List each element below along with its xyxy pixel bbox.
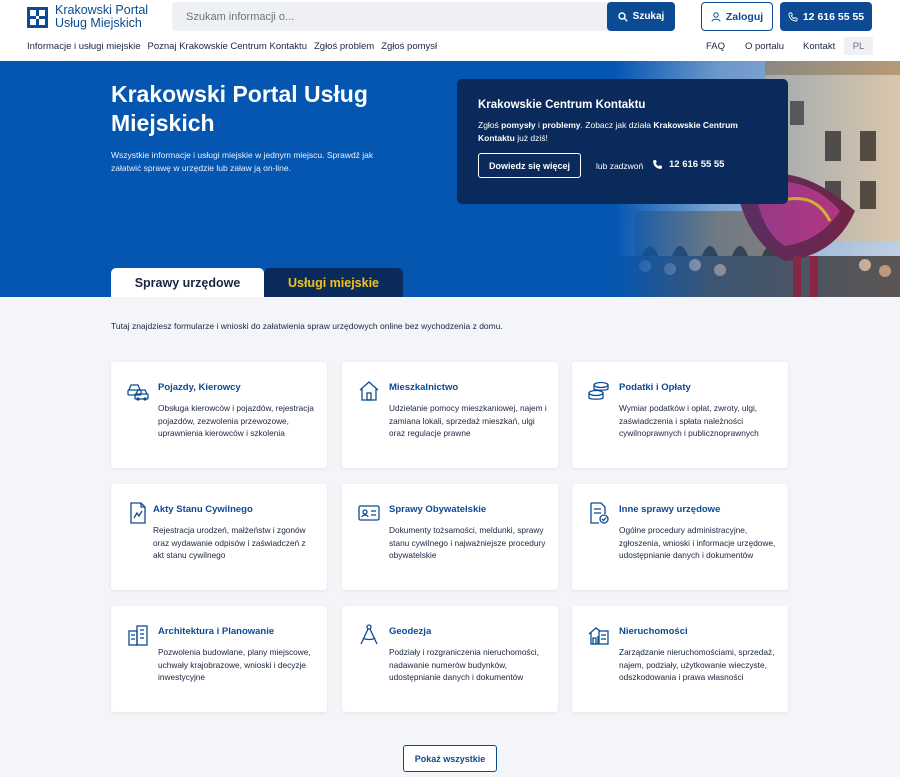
show-all-button[interactable]: Pokaż wszystkie: [403, 745, 497, 772]
phone-icon: [653, 160, 662, 169]
nav-item-o-portalu[interactable]: O portalu: [745, 41, 784, 52]
kck-phone-link[interactable]: 12 616 55 55: [652, 159, 724, 170]
card-title: Akty Stanu Cywilnego: [153, 504, 253, 515]
category-card-pojazdy[interactable]: Pojazdy, Kierowcy Obsługa kierowców i po…: [111, 362, 327, 468]
id-card-icon: [358, 505, 380, 521]
category-card-mieszkalnictwo[interactable]: Mieszkalnictwo Udzielanie pomocy mieszka…: [342, 362, 558, 468]
logo-icon: [27, 6, 48, 28]
logo[interactable]: Krakowski Portal Usług Miejskich: [27, 4, 148, 30]
category-card-architektura[interactable]: Architektura i Planowanie Pozwolenia bud…: [111, 606, 327, 712]
category-card-sprawy-obywatelskie[interactable]: Sprawy Obywatelskie Dokumenty tożsamości…: [342, 484, 558, 590]
kck-text: Zgłoś pomysły i problemy. Zobacz jak dzi…: [478, 120, 738, 143]
login-button[interactable]: Zaloguj: [701, 2, 773, 31]
card-description: Wymiar podatków i opłat, zwroty, ulgi, z…: [619, 403, 759, 438]
nav-item-informacje[interactable]: Informacje i usługi miejskie: [27, 41, 141, 52]
real-estate-icon: [588, 627, 609, 645]
hero-title: Krakowski Portal Usług Miejskich: [111, 81, 368, 136]
nav-item-zglos-pomysl[interactable]: Zgłoś pomysł: [381, 41, 437, 52]
house-icon: [359, 381, 379, 401]
nav-item-faq[interactable]: FAQ: [706, 41, 725, 52]
compass-icon: [360, 624, 378, 645]
card-title: Architektura i Planowanie: [158, 626, 275, 637]
login-label: Zaloguj: [725, 10, 764, 23]
card-description: Ogólne procedury administracyjne, zgłosz…: [619, 525, 776, 560]
document-chart-icon: [130, 502, 146, 524]
main-nav: Informacje i usługi miejskie Poznaj Krak…: [27, 41, 437, 52]
buildings-icon: [128, 625, 148, 646]
nav-item-kck[interactable]: Poznaj Krakowskie Centrum Kontaktu: [148, 41, 307, 52]
card-title: Sprawy Obywatelskie: [389, 504, 487, 515]
search-bar: Szukaj: [172, 2, 675, 31]
card-title: Pojazdy, Kierowcy: [158, 382, 241, 393]
logo-line2: Usług Miejskich: [55, 16, 142, 30]
user-icon: [711, 11, 721, 22]
nav-item-kontakt[interactable]: Kontakt: [803, 41, 835, 52]
card-description: Zarządzanie nieruchomościami, sprzedaż, …: [619, 647, 775, 682]
search-input[interactable]: [172, 2, 604, 31]
cars-icon: [127, 384, 149, 401]
category-card-akty-stanu-cywilnego[interactable]: Akty Stanu Cywilnego Rejestracja urodzeń…: [111, 484, 327, 590]
learn-more-button[interactable]: Dowiedz się więcej: [478, 153, 581, 178]
category-card-podatki[interactable]: Podatki i Opłaty Wymiar podatków i opłat…: [572, 362, 788, 468]
category-card-inne-sprawy[interactable]: Inne sprawy urzędowe Ogólne procedury ad…: [572, 484, 788, 590]
category-card-geodezja[interactable]: Geodezja Podziały i rozgraniczenia nieru…: [342, 606, 558, 712]
coins-icon: [588, 381, 609, 400]
tab-sprawy-urzedowe[interactable]: Sprawy urzędowe: [111, 268, 264, 297]
search-button-label: Szukaj: [632, 11, 665, 22]
card-description: Dokumenty tożsamości, meldunki, sprawy s…: [389, 525, 546, 560]
hero-section: Krakowski Portal Usług Miejskich Wszystk…: [0, 61, 900, 297]
document-check-icon: [590, 502, 609, 524]
category-card-nieruchomosci[interactable]: Nieruchomości Zarządzanie nieruchomościa…: [572, 606, 788, 712]
language-switch[interactable]: PL: [844, 37, 873, 55]
card-description: Podziały i rozgraniczenia nieruchomości,…: [389, 647, 539, 682]
card-description: Udzielanie pomocy mieszkaniowej, najem i…: [389, 403, 547, 438]
nav-item-zglos-problem[interactable]: Zgłoś problem: [314, 41, 374, 52]
phone-label: 12 616 55 55: [802, 10, 865, 23]
kck-phone-label: 12 616 55 55: [669, 159, 725, 170]
kck-or-call: lub zadzwoń: [596, 161, 644, 171]
hero-subtitle: Wszystkie informacje i usługi miejskie w…: [111, 150, 374, 173]
card-title: Podatki i Opłaty: [619, 382, 691, 393]
card-title: Geodezja: [389, 626, 432, 637]
card-title: Nieruchomości: [619, 626, 688, 637]
card-description: Rejestracja urodzeń, małżeństw i zgonów …: [153, 525, 306, 560]
site-header: Krakowski Portal Usług Miejskich Szukaj …: [0, 0, 900, 61]
card-title: Inne sprawy urzędowe: [619, 504, 721, 515]
kck-panel: Krakowskie Centrum Kontaktu Zgłoś pomysł…: [457, 79, 788, 204]
kck-title: Krakowskie Centrum Kontaktu: [478, 99, 646, 111]
search-button[interactable]: Szukaj: [607, 2, 675, 31]
phone-button[interactable]: 12 616 55 55: [780, 2, 872, 31]
search-icon: [617, 11, 628, 22]
tab-uslugi-miejskie[interactable]: Usługi miejskie: [264, 268, 403, 297]
intro-text: Tutaj znajdziesz formularze i wnioski do…: [111, 321, 503, 331]
phone-icon: [788, 12, 798, 21]
card-description: Obsługa kierowców i pojazdów, rejestracj…: [158, 403, 314, 438]
card-title: Mieszkalnictwo: [389, 382, 459, 393]
card-description: Pozwolenia budowlane, plany miejscowe, u…: [158, 647, 311, 682]
